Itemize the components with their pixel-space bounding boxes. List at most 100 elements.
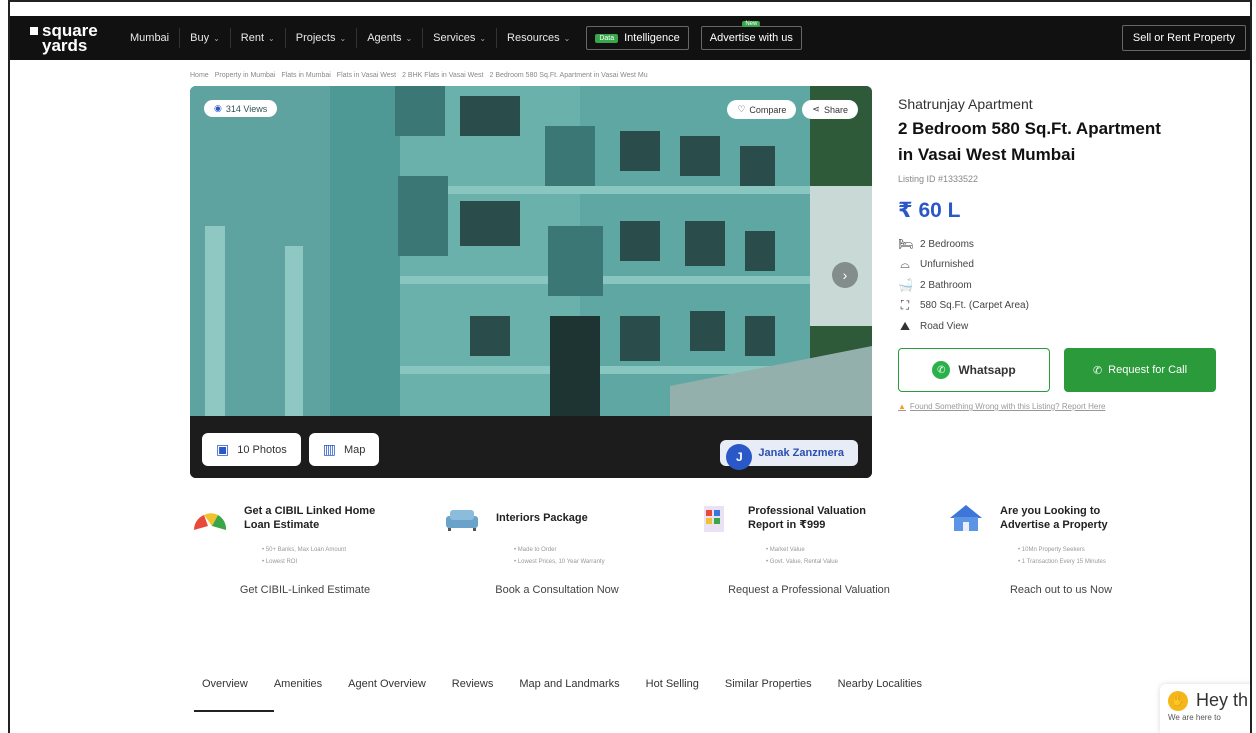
whatsapp-label: Whatsapp: [958, 363, 1016, 377]
spec-label: 580 Sq.Ft. (Carpet Area): [920, 300, 1029, 311]
nav-item-resources[interactable]: Resources ⌄: [497, 28, 580, 48]
service-title-line-1: Interiors Package: [496, 512, 588, 524]
cta-row: ✆ Whatsapp ✆ Request for Call: [898, 348, 1238, 392]
logo-line-2: yards: [42, 36, 88, 55]
photos-button[interactable]: ▣ 10 Photos: [202, 433, 301, 466]
whatsapp-button[interactable]: ✆ Whatsapp: [898, 348, 1050, 392]
compare-button[interactable]: ♡ Compare: [727, 100, 797, 119]
square-yards-logo[interactable]: square yards: [10, 22, 120, 55]
chat-title: Hey th: [1196, 690, 1249, 710]
next-photo-arrow-icon[interactable]: ›: [832, 262, 858, 288]
reach-out-link[interactable]: Reach out to us Now: [946, 584, 1176, 596]
listing-info-panel: Shatrunjay Apartment 2 Bedroom 580 Sq.Ft…: [898, 96, 1238, 411]
service-card-head: Are you Looking to Advertise a Property: [946, 498, 1198, 538]
advertise-label: Advertise with us: [709, 32, 793, 44]
request-valuation-link[interactable]: Request a Professional Valuation: [694, 584, 924, 596]
nav-item-label: Agents: [367, 32, 402, 44]
nav-item-services[interactable]: Services ⌄: [423, 28, 498, 48]
breadcrumb-item[interactable]: Flats in Vasai West: [337, 72, 396, 79]
active-tab-indicator: [194, 710, 274, 712]
tab-amenities[interactable]: Amenities: [261, 678, 335, 698]
data-badge: Data: [595, 33, 619, 43]
tab-reviews[interactable]: Reviews: [439, 678, 507, 698]
service-title-line-2: Advertise a Property: [1000, 519, 1108, 531]
service-title-line-1: Professional Valuation: [748, 505, 866, 517]
whatsapp-icon: ✆: [932, 361, 951, 379]
chevron-down-icon: ⌄: [405, 33, 413, 43]
spec-bathrooms: 🛁 2 Bathroom: [898, 278, 1238, 292]
book-consultation-link[interactable]: Book a Consultation Now: [442, 584, 672, 596]
report-listing-link[interactable]: ▲ Found Something Wrong with this Listin…: [898, 402, 1238, 411]
service-bullet: • 50+ Banks, Max Loan Amount: [262, 547, 346, 553]
project-name[interactable]: Shatrunjay Apartment: [898, 96, 1238, 112]
page-frame: square yards Mumbai Buy ⌄ Rent ⌄ Projects ⌄…: [8, 0, 1252, 733]
breadcrumb-item[interactable]: Property in Mumbai: [215, 72, 276, 79]
breadcrumb-item[interactable]: 2 BHK Flats in Vasai West: [402, 72, 483, 79]
cibil-estimate-link[interactable]: Get CIBIL-Linked Estimate: [190, 584, 420, 596]
nav-item-agents[interactable]: Agents ⌄: [357, 28, 424, 48]
tab-similar-properties[interactable]: Similar Properties: [712, 678, 825, 698]
nav-item-label: Rent: [240, 32, 265, 44]
tab-overview[interactable]: Overview: [190, 678, 261, 698]
service-bullets: • 50+ Banks, Max Loan Amount • Lowest RO…: [262, 544, 442, 568]
service-card-advertise: Are you Looking to Advertise a Property …: [946, 498, 1198, 596]
chat-widget[interactable]: ✋ Hey th We are here to: [1160, 684, 1250, 733]
breadcrumb-item[interactable]: Flats in Mumbai: [281, 72, 330, 79]
spec-label: Road View: [920, 321, 969, 332]
nav-item-buy[interactable]: Buy ⌄: [180, 28, 231, 48]
share-icon: ⋖: [812, 104, 820, 114]
services-row: Get a CIBIL Linked Home Loan Estimate • …: [190, 498, 1200, 596]
service-title: Interiors Package: [496, 511, 588, 525]
data-intelligence-button[interactable]: Data Intelligence: [586, 26, 689, 50]
property-photo-gallery[interactable]: ◉ 314 Views ♡ Compare ⋖ Share › ▣ 10 Pho…: [190, 86, 872, 478]
advertise-button[interactable]: New Advertise with us: [700, 21, 802, 50]
nav-city-label: Mumbai: [130, 32, 170, 44]
compare-label: Compare: [749, 104, 787, 115]
map-button[interactable]: ▥ Map: [308, 433, 380, 466]
service-title-line-2: Loan Estimate: [244, 519, 320, 531]
sofa-icon: [442, 502, 482, 534]
phone-icon: ✆: [1092, 364, 1103, 377]
agent-contact-pill[interactable]: J Janak Zanzmera: [720, 440, 858, 470]
service-bullet-text: Made to Order: [517, 547, 557, 553]
tab-hot-selling[interactable]: Hot Selling: [633, 678, 712, 698]
service-title: Professional Valuation Report in ₹999: [748, 504, 866, 532]
service-bullet-text: Market Value: [769, 547, 805, 553]
chevron-down-icon: ⌄: [268, 33, 275, 43]
chevron-down-icon: ⌄: [213, 33, 220, 43]
road-view-icon: ⛰: [899, 319, 911, 333]
property-specs: 🛏 2 Bedrooms ⌓ Unfurnished 🛁 2 Bathroom …: [898, 237, 1238, 334]
service-title: Are you Looking to Advertise a Property: [1000, 504, 1108, 532]
nav-menu: Mumbai Buy ⌄ Rent ⌄ Projects ⌄ Agents ⌄ Serv…: [120, 16, 808, 60]
property-title: 2 Bedroom 580 Sq.Ft. Apartment in Vasai …: [898, 116, 1238, 168]
service-bullets: • 10Mn Property Seekers • 1 Transaction …: [1018, 544, 1198, 568]
share-button[interactable]: ⋖ Share: [802, 100, 858, 119]
property-title-line-2: in Vasai West Mumbai: [898, 145, 1076, 164]
nav-city-selector[interactable]: Mumbai: [120, 28, 181, 48]
nav-item-rent[interactable]: Rent ⌄: [231, 28, 286, 48]
service-bullet-text: 50+ Banks, Max Loan Amount: [265, 547, 346, 553]
breadcrumb-item[interactable]: Home: [190, 72, 209, 79]
service-card-head: Professional Valuation Report in ₹999: [694, 498, 946, 538]
service-bullet: • Govt. Value, Rental Value: [766, 559, 838, 565]
service-bullet-text: Lowest ROI: [265, 559, 298, 565]
chevron-down-icon: ⌄: [563, 33, 571, 43]
service-bullets: • Made to Order • Lowest Prices, 10 Year…: [514, 544, 694, 568]
nav-item-projects[interactable]: Projects ⌄: [286, 28, 358, 48]
service-bullet-text: 1 Transaction Every 15 Minutes: [1021, 559, 1106, 565]
tab-map-and-landmarks[interactable]: Map and Landmarks: [506, 678, 632, 698]
listing-id: Listing ID #1333522: [898, 174, 979, 184]
nav-item-label: Services: [433, 32, 476, 44]
request-call-label: Request for Call: [1108, 364, 1188, 376]
service-title-line-1: Are you Looking to: [1000, 505, 1101, 517]
sell-rent-property-button[interactable]: Sell or Rent Property: [1121, 25, 1246, 51]
property-title-line-1: 2 Bedroom 580 Sq.Ft. Apartment: [898, 119, 1161, 138]
valuation-report-icon: [694, 502, 734, 534]
tab-agent-overview[interactable]: Agent Overview: [335, 678, 439, 698]
service-bullet: • Made to Order: [514, 547, 557, 553]
request-call-button[interactable]: ✆ Request for Call: [1064, 348, 1216, 392]
tab-nearby-localities[interactable]: Nearby Localities: [825, 678, 935, 698]
service-bullet: • Lowest ROI: [262, 559, 298, 565]
spec-view: ⛰ Road View: [898, 319, 1238, 334]
service-card-head: Get a CIBIL Linked Home Loan Estimate: [190, 498, 442, 538]
